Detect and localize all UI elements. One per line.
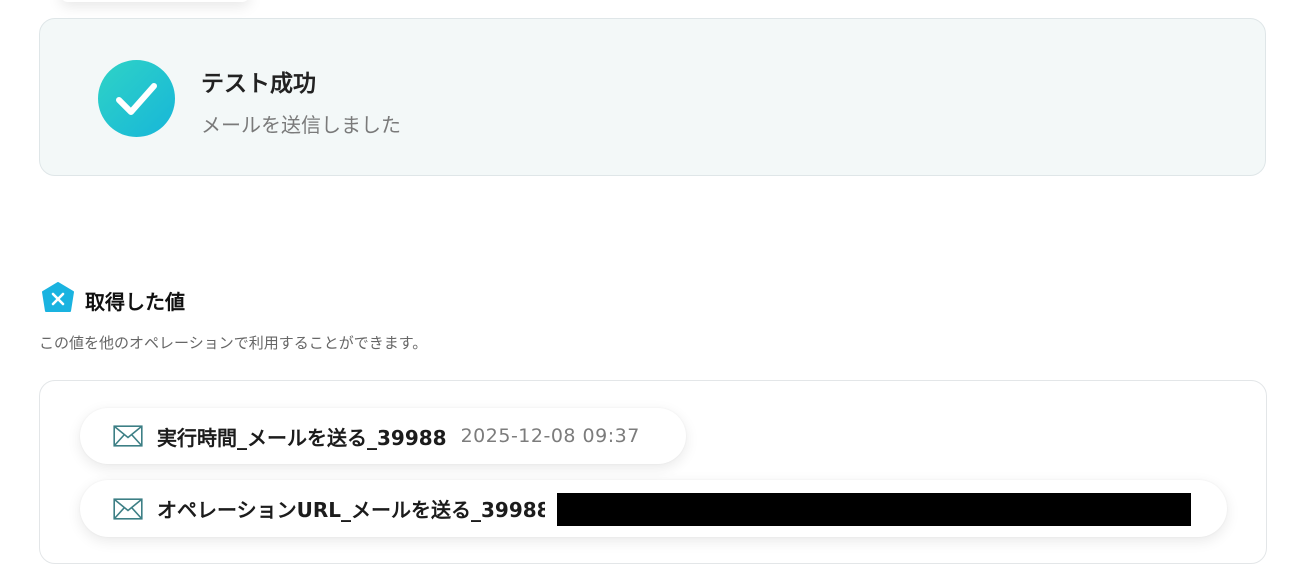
value-label: オペレーションURL_メールを送る_39988 <box>157 498 545 522</box>
success-message: メールを送信しました <box>201 113 401 137</box>
value-item-execution-time[interactable]: 実行時間_メールを送る_39988 2025-12-08 09:37 <box>80 408 686 464</box>
value-label: 実行時間_メールを送る_39988 <box>157 425 447 450</box>
success-title: テスト成功 <box>201 71 316 97</box>
mail-icon <box>113 425 143 447</box>
check-circle-icon <box>98 60 175 137</box>
redacted-value-block <box>557 493 1191 526</box>
test-success-card: テスト成功 メールを送信しました <box>39 18 1266 176</box>
yoom-logo-icon <box>42 282 74 312</box>
section-title: 取得した値 <box>85 290 185 314</box>
value-text: 2025-12-08 09:37 <box>460 425 640 447</box>
section-description: この値を他のオペレーションで利用することができます。 <box>39 334 428 352</box>
mail-icon <box>113 497 143 520</box>
previous-card-edge <box>60 0 250 2</box>
